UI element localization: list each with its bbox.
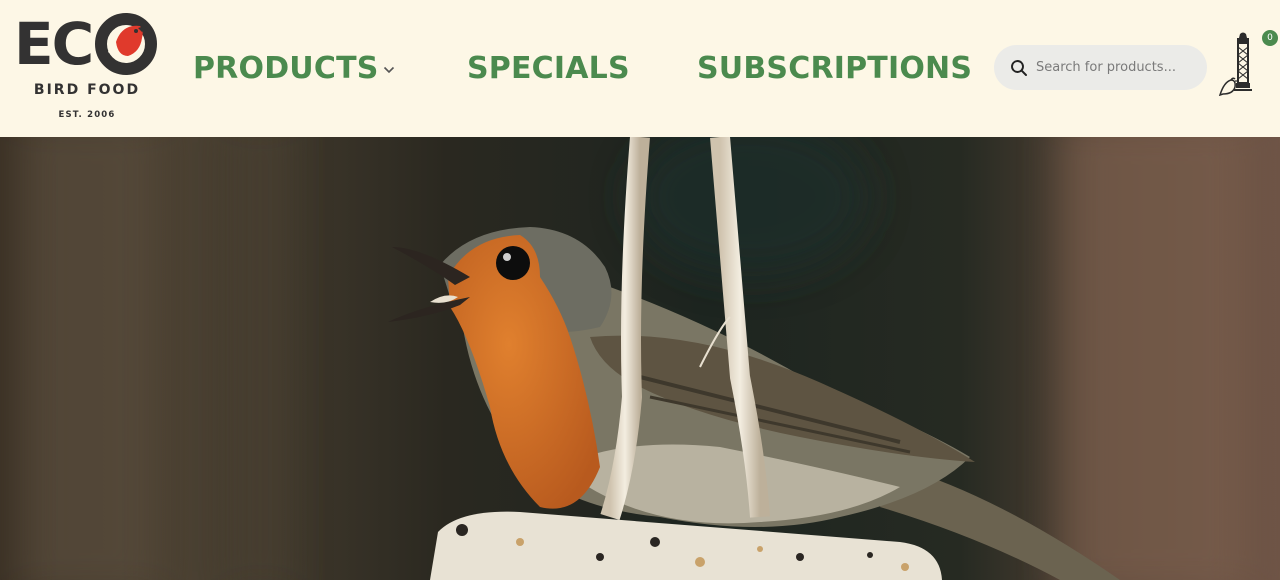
logo-established: EST. 2006	[58, 110, 116, 120]
search-bar[interactable]	[994, 45, 1207, 90]
logo-subtitle: BIRD FOOD	[33, 82, 141, 98]
cart-button[interactable]: 0	[1218, 28, 1280, 98]
nav-products-label: PRODUCTS	[193, 50, 379, 86]
chevron-down-icon	[383, 66, 394, 74]
nav-subscriptions[interactable]: SUBSCRIPTIONS	[697, 46, 972, 90]
logo-wordmark: EC	[14, 12, 158, 76]
cart-count-badge: 0	[1262, 30, 1278, 46]
logo-letters: EC	[14, 10, 94, 78]
site-header: EC BIRD FOOD EST. 2006 PRODUCTS SPECIALS…	[0, 0, 1280, 137]
robin-logo-icon	[95, 13, 158, 75]
search-icon[interactable]	[1010, 59, 1028, 77]
hero-image	[0, 137, 1280, 580]
nav-specials-label: SPECIALS	[467, 50, 630, 86]
nav-subscriptions-label: SUBSCRIPTIONS	[697, 50, 973, 86]
brand-logo[interactable]: EC BIRD FOOD EST. 2006	[14, 12, 160, 124]
nav-products[interactable]: PRODUCTS	[193, 46, 395, 90]
nav-specials[interactable]: SPECIALS	[467, 46, 630, 90]
bird-feeder-cart-icon	[1218, 32, 1252, 96]
search-input[interactable]	[1036, 60, 1196, 75]
robin-hero-photo	[0, 137, 1280, 580]
